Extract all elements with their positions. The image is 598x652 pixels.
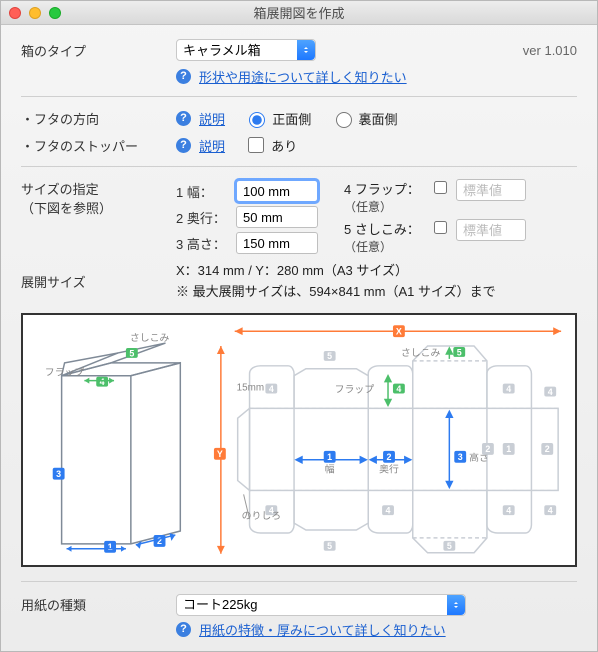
dialog-window: 箱展開図を作成 箱のタイプ キャラメル箱 ver 1.010 ? bbox=[0, 0, 598, 652]
height-label: 3 高さ： bbox=[176, 234, 236, 253]
optional-text: （任意） bbox=[344, 240, 392, 254]
height-input[interactable] bbox=[236, 232, 318, 254]
lid-direction-label: ・フタの方向 bbox=[21, 109, 176, 128]
direction-explain-link[interactable]: 説明 bbox=[199, 109, 225, 128]
paper-label: 用紙の種類 bbox=[21, 595, 176, 614]
divider bbox=[21, 96, 577, 97]
depth-input[interactable] bbox=[236, 206, 318, 228]
svg-text:奥行: 奥行 bbox=[379, 462, 399, 475]
tuck-label: 5 さしこみ： bbox=[344, 222, 420, 237]
stopper-explain-link[interactable]: 説明 bbox=[199, 136, 225, 155]
help-icon[interactable]: ? bbox=[176, 69, 191, 84]
svg-text:フラップ: フラップ bbox=[335, 383, 375, 395]
paper-type-select[interactable]: コート225kg bbox=[176, 594, 466, 616]
lid-stopper-label: ・フタのストッパー bbox=[21, 136, 176, 155]
help-icon[interactable]: ? bbox=[176, 622, 191, 637]
svg-text:3: 3 bbox=[56, 469, 61, 479]
expand-size-text: X：314 mm / Y：280 mm（A3 サイズ） bbox=[176, 261, 577, 282]
svg-text:さしこみ: さしこみ bbox=[401, 347, 441, 359]
svg-text:Y: Y bbox=[217, 449, 223, 459]
divider bbox=[21, 166, 577, 167]
help-icon[interactable]: ? bbox=[176, 138, 191, 153]
lid-back-radio[interactable]: 裏面側 bbox=[331, 109, 398, 128]
svg-text:1: 1 bbox=[108, 542, 113, 552]
tuck-checkbox[interactable] bbox=[434, 221, 447, 234]
svg-text:4: 4 bbox=[100, 377, 105, 387]
version-text: ver 1.010 bbox=[523, 43, 577, 58]
expand-size-label: 展開サイズ bbox=[21, 272, 176, 291]
lid-front-radio[interactable]: 正面側 bbox=[244, 109, 311, 128]
flap-checkbox[interactable] bbox=[434, 181, 447, 194]
svg-text:フラップ: フラップ bbox=[45, 366, 85, 378]
checkbox-label: あり bbox=[271, 136, 297, 155]
help-icon[interactable]: ? bbox=[176, 111, 191, 126]
radio-input[interactable] bbox=[336, 112, 352, 128]
svg-text:2: 2 bbox=[485, 444, 490, 454]
shape-help-link[interactable]: 形状や用途について詳しく知りたい bbox=[199, 67, 407, 86]
svg-text:3: 3 bbox=[458, 452, 463, 462]
radio-label: 正面側 bbox=[272, 109, 311, 128]
titlebar: 箱展開図を作成 bbox=[1, 1, 597, 25]
optional-text: （任意） bbox=[344, 200, 392, 214]
size-label: サイズの指定 bbox=[21, 179, 176, 198]
divider bbox=[21, 581, 577, 582]
svg-text:4: 4 bbox=[506, 383, 511, 393]
svg-text:X: X bbox=[396, 326, 402, 336]
paper-help-link[interactable]: 用紙の特徴・厚みについて詳しく知りたい bbox=[199, 620, 446, 639]
svg-text:さしこみ: さしこみ bbox=[130, 332, 170, 344]
svg-text:5: 5 bbox=[129, 348, 134, 358]
svg-text:4: 4 bbox=[548, 505, 553, 515]
svg-text:4: 4 bbox=[269, 383, 274, 393]
svg-text:5: 5 bbox=[447, 541, 452, 551]
expand-size-note: ※ 最大展開サイズは、594×841 mm（A1 サイズ）まで bbox=[176, 282, 577, 303]
svg-text:幅: 幅 bbox=[325, 462, 335, 475]
svg-text:5: 5 bbox=[327, 351, 332, 361]
svg-text:2: 2 bbox=[545, 444, 550, 454]
diagram-area: さしこみ 5 フラップ 4 3 1 2 bbox=[21, 313, 577, 567]
size-sublabel: （下図を参照） bbox=[21, 198, 176, 217]
radio-label: 裏面側 bbox=[359, 109, 398, 128]
svg-text:1: 1 bbox=[506, 444, 511, 454]
tuck-input bbox=[456, 219, 526, 241]
svg-text:15mm: 15mm bbox=[237, 382, 264, 393]
radio-input[interactable] bbox=[249, 112, 265, 128]
window-title: 箱展開図を作成 bbox=[1, 3, 597, 22]
box-type-select[interactable]: キャラメル箱 bbox=[176, 39, 316, 61]
stopper-checkbox[interactable]: あり bbox=[244, 134, 297, 156]
flap-label: 4 フラップ： bbox=[344, 182, 420, 197]
svg-text:4: 4 bbox=[396, 383, 401, 393]
svg-text:4: 4 bbox=[386, 505, 391, 515]
flap-input bbox=[456, 179, 526, 201]
width-label: 1 幅： bbox=[176, 182, 236, 201]
width-input[interactable] bbox=[236, 180, 318, 202]
svg-text:1: 1 bbox=[327, 452, 332, 462]
checkbox-input[interactable] bbox=[248, 137, 264, 153]
svg-text:5: 5 bbox=[457, 347, 462, 357]
svg-text:4: 4 bbox=[506, 505, 511, 515]
svg-text:5: 5 bbox=[327, 541, 332, 551]
box-type-label: 箱のタイプ bbox=[21, 41, 176, 60]
depth-label: 2 奥行： bbox=[176, 208, 236, 227]
svg-text:2: 2 bbox=[387, 452, 392, 462]
svg-text:4: 4 bbox=[548, 386, 553, 396]
